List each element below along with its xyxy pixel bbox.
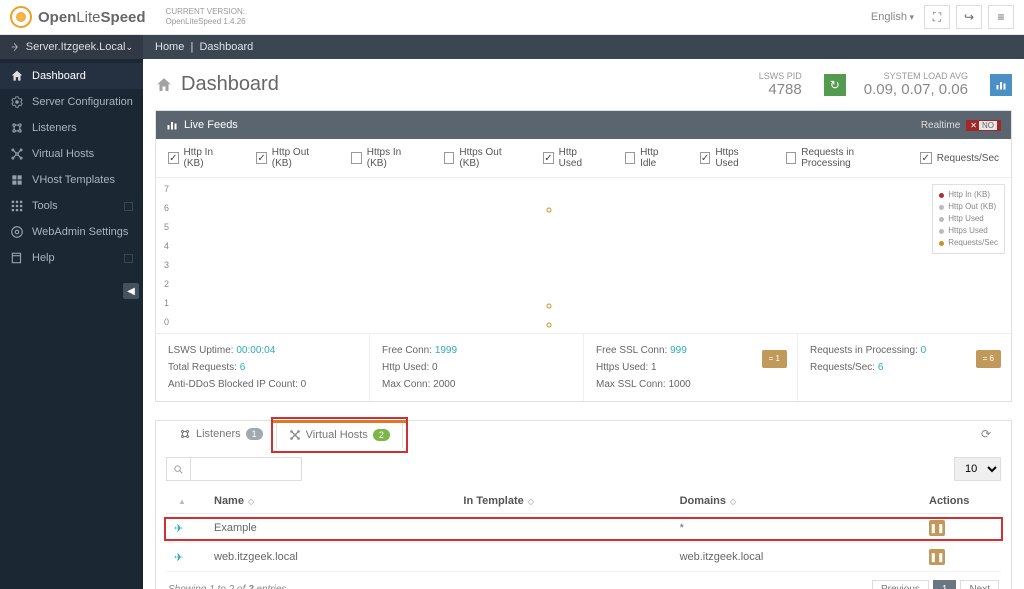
stat-load: SYSTEM LOAD AVG 0.09, 0.07, 0.06 bbox=[864, 71, 968, 98]
series-toggle[interactable]: Requests in Processing bbox=[786, 147, 892, 169]
sidebar: Dashboard Server Configuration Listeners… bbox=[0, 59, 143, 589]
stats-icon[interactable] bbox=[990, 74, 1012, 96]
host-selector[interactable]: Server.Itzgeek.Local⌄ bbox=[0, 35, 143, 59]
pause-button[interactable]: ❚❚ bbox=[929, 520, 945, 536]
restart-icon[interactable]: ↻ bbox=[824, 74, 846, 96]
stats-ssl: Free SSL Conn: 999 Https Used: 1 Max SSL… bbox=[584, 334, 798, 401]
stats-req: Requests in Processing: 0 Requests/Sec: … bbox=[798, 334, 1011, 401]
page-title: Dashboard bbox=[155, 73, 279, 96]
sidebar-item-tools[interactable]: Tools bbox=[0, 193, 143, 219]
series-toggle[interactable]: Http Idle bbox=[625, 147, 672, 169]
logout-button[interactable]: ↪ bbox=[956, 5, 982, 29]
series-toggle[interactable]: ✓Requests/Sec bbox=[920, 147, 999, 169]
page-1[interactable]: 1 bbox=[933, 580, 957, 589]
logo-icon bbox=[10, 6, 32, 28]
breadcrumb-bar: Server.Itzgeek.Local⌄ Home | Dashboard bbox=[0, 35, 1024, 59]
sidebar-item-server-config[interactable]: Server Configuration bbox=[0, 89, 143, 115]
pause-button[interactable]: ❚❚ bbox=[929, 549, 945, 565]
series-toggle[interactable]: ✓Http Out (KB) bbox=[256, 147, 323, 169]
stats-uptime: LSWS Uptime: 00:00:04 Total Requests: 6 … bbox=[156, 334, 370, 401]
tab-virtual-hosts[interactable]: Virtual Hosts2 bbox=[276, 422, 403, 448]
badge: = 6 bbox=[976, 350, 1001, 368]
page-size-select[interactable]: 10 bbox=[954, 457, 1001, 481]
sidebar-item-dashboard[interactable]: Dashboard bbox=[0, 63, 143, 89]
version: CURRENT VERSION: OpenLiteSpeed 1.4.26 bbox=[166, 7, 246, 26]
refresh-button[interactable]: ⟳ bbox=[971, 421, 1001, 447]
live-feeds-panel: Live Feeds Realtime ✕NO ✓Http In (KB)✓Ht… bbox=[155, 110, 1012, 402]
sidebar-item-listeners[interactable]: Listeners bbox=[0, 115, 143, 141]
sidebar-item-webadmin[interactable]: WebAdmin Settings bbox=[0, 219, 143, 245]
sidebar-item-vhost-templates[interactable]: VHost Templates bbox=[0, 167, 143, 193]
expand-icon bbox=[124, 254, 133, 263]
table-row[interactable]: ✈web.itzgeek.localweb.itzgeek.local❚❚ bbox=[166, 543, 1001, 572]
breadcrumb-home[interactable]: Home bbox=[155, 41, 184, 53]
sidebar-collapse-button[interactable]: ◀ bbox=[123, 283, 139, 299]
search-input[interactable] bbox=[191, 458, 301, 480]
tab-listeners[interactable]: Listeners1 bbox=[166, 421, 276, 447]
cursor-icon: ✈ bbox=[174, 552, 183, 564]
table-info: Showing 1 to 2 of 2 entries bbox=[168, 584, 286, 589]
page-prev[interactable]: Previous bbox=[872, 580, 929, 589]
language-selector[interactable]: English bbox=[871, 11, 914, 23]
sidebar-item-virtual-hosts[interactable]: Virtual Hosts bbox=[0, 141, 143, 167]
brand: OpenLiteSpeed bbox=[38, 9, 146, 26]
main-content: Dashboard LSWS PID 4788 ↻ SYSTEM LOAD AV… bbox=[143, 59, 1024, 589]
menu-button[interactable]: ≡ bbox=[988, 5, 1014, 29]
stats-conn: Free Conn: 1999 Http Used: 0 Max Conn: 2… bbox=[370, 334, 584, 401]
series-toggle[interactable]: ✓Https Used bbox=[700, 147, 758, 169]
data-point bbox=[546, 207, 551, 212]
data-point bbox=[546, 323, 551, 328]
table-row[interactable]: ✈Example*❚❚ bbox=[166, 514, 1001, 543]
expand-icon bbox=[124, 202, 133, 211]
series-toggle[interactable]: ✓Http Used bbox=[543, 147, 596, 169]
cursor-icon: ✈ bbox=[174, 523, 183, 535]
series-toggle[interactable]: Https In (KB) bbox=[351, 147, 416, 169]
panel-title: Live Feeds bbox=[184, 119, 238, 131]
series-toggle[interactable]: ✓Http In (KB) bbox=[168, 147, 228, 169]
sidebar-item-help[interactable]: Help bbox=[0, 245, 143, 271]
stat-pid: LSWS PID 4788 bbox=[759, 71, 802, 98]
badge: = 1 bbox=[762, 350, 787, 368]
page-next[interactable]: Next bbox=[960, 580, 999, 589]
search-box bbox=[166, 457, 302, 481]
series-toggle[interactable]: Https Out (KB) bbox=[444, 147, 515, 169]
chart: 76543210 Http In (KB)Http Out (KB)Http U… bbox=[156, 178, 1011, 333]
search-icon bbox=[167, 458, 191, 480]
realtime-toggle[interactable]: ✕NO bbox=[966, 120, 1001, 131]
data-point bbox=[546, 303, 551, 308]
chart-series-toggles: ✓Http In (KB) ✓Http Out (KB) Https In (KB)… bbox=[156, 139, 1011, 178]
vhosts-panel: Listeners1 Virtual Hosts2 ⟳ bbox=[155, 420, 1012, 589]
vhosts-table: ▲ Name◇ In Template◇ Domains◇ Actions ✈E… bbox=[166, 489, 1001, 572]
topbar: OpenLiteSpeed CURRENT VERSION: OpenLiteS… bbox=[0, 0, 1024, 35]
breadcrumb: Home | Dashboard bbox=[143, 41, 253, 53]
fullscreen-button[interactable]: ⛶ bbox=[924, 5, 950, 29]
chart-legend: Http In (KB)Http Out (KB)Http UsedHttps … bbox=[932, 184, 1005, 254]
